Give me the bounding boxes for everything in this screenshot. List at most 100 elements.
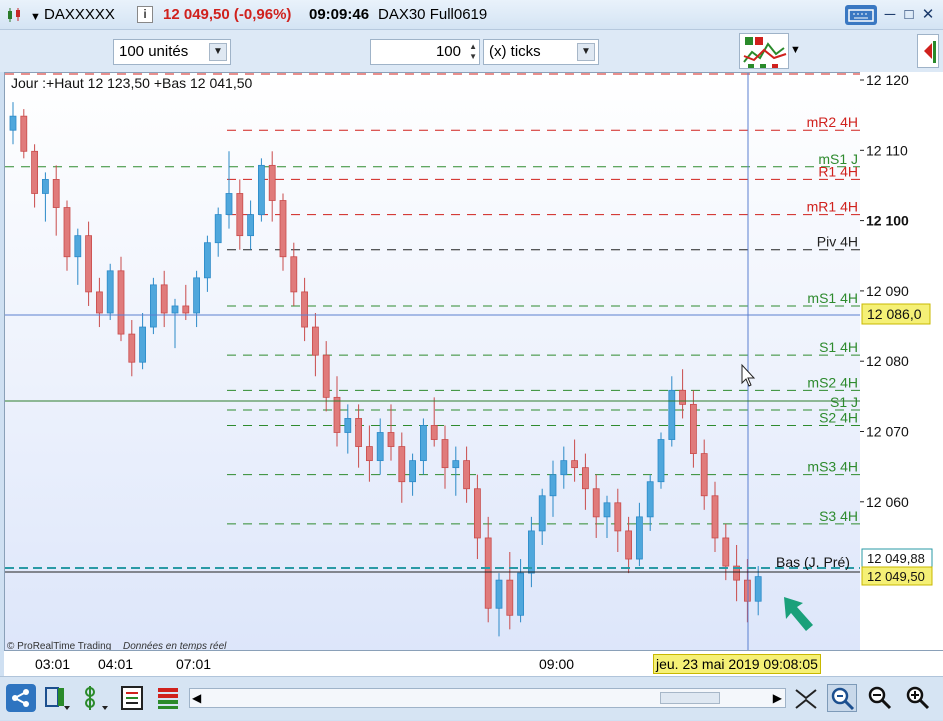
horizontal-scrollbar[interactable]: ◀ ▶ [189, 688, 786, 708]
candle-body-59 [646, 481, 654, 518]
candle-body-47 [517, 572, 524, 616]
scroll-thumb[interactable] [660, 692, 720, 704]
trading-tools-dropdown-icon[interactable]: ▼ [790, 44, 801, 56]
level-label-10: mS3 4H [807, 459, 858, 475]
candle-body-15 [171, 305, 179, 314]
time-axis[interactable]: 03:01 04:01 07:01 09:00 jeu. 23 mai 2019… [4, 650, 943, 676]
units-dropdown-icon[interactable]: ▼ [209, 43, 227, 61]
candlestick-chart[interactable]: mR2 4HmS1 JR1 4HmR1 4HPiv 4HmS1 4HS1 4Hm… [5, 73, 861, 652]
scroll-right-icon[interactable]: ▶ [773, 691, 782, 705]
price-chart[interactable]: mR2 4H mS1 J R1 4H mR1 4H Piv 4H mS1 4H S1 4H m… [4, 72, 861, 652]
symbol-dropdown-arrow-icon[interactable]: ▼ [30, 8, 41, 26]
list-button[interactable] [118, 684, 148, 712]
units-select[interactable]: 100 unités ▼ [113, 39, 231, 65]
candle-body-69 [754, 576, 762, 602]
candle-body-16 [182, 305, 190, 314]
level-label-11: S3 4H [819, 508, 858, 524]
scroll-left-icon[interactable]: ◀ [192, 691, 201, 705]
list-icon [121, 686, 143, 710]
candle-body-23 [257, 164, 265, 215]
ticks-unit-value: (x) ticks [489, 43, 541, 60]
cursor-date-label: jeu. 23 mai 2019 09:08:05 [653, 654, 821, 674]
candle-body-37 [409, 460, 417, 483]
candle-body-60 [657, 439, 665, 483]
keyboard-icon[interactable] [845, 5, 877, 25]
title-bar: ▼ DAXXXXX i 12 049,50 (-0,96%) 09:09:46 … [0, 0, 943, 30]
candle-body-28 [311, 326, 319, 356]
candle-body-64 [700, 453, 708, 497]
orderbook-button[interactable] [154, 684, 184, 712]
candle-body-36 [398, 446, 406, 483]
bid-price-label: 12 049,88 [867, 551, 925, 566]
ticks-input[interactable]: 100 ▲ ▼ [370, 39, 480, 65]
candle-body-61 [668, 389, 676, 440]
price-axis-svg: 12 120 12 110 12 100 12 090 12 080 12 070 12 0… [860, 72, 933, 586]
candle-body-35 [387, 432, 395, 447]
info-icon[interactable]: i [137, 6, 153, 23]
time-tick-0900: 09:00 [539, 656, 575, 672]
candle-body-17 [193, 277, 201, 314]
candle-body-53 [582, 467, 589, 490]
minimize-icon[interactable]: ─ [880, 6, 900, 24]
window-layout-button[interactable] [42, 684, 72, 712]
panel-toggle-icon [924, 41, 936, 63]
chart-info-line: Jour :+Haut 12 123,50 +Bas 12 041,50 [11, 75, 253, 91]
candle-body-63 [690, 403, 697, 454]
level-label-8: S1 J [830, 394, 858, 410]
candle-body-48 [528, 530, 535, 574]
ticks-unit-select[interactable]: (x) ticks ▼ [483, 39, 599, 65]
trading-tools-button[interactable] [739, 33, 789, 69]
candle-body-52 [571, 460, 578, 469]
candle-body-46 [506, 579, 514, 616]
level-label-4: Piv 4H [817, 234, 858, 250]
window-layout-icon [45, 687, 70, 710]
candle-body-20 [225, 193, 233, 215]
candle-body-29 [322, 354, 330, 398]
candle-body-6 [74, 235, 82, 258]
candle-body-26 [290, 256, 298, 293]
panel-toggle-button[interactable] [917, 34, 939, 68]
share-button[interactable] [6, 684, 36, 712]
symbol-name[interactable]: DAXXXXX [44, 6, 115, 24]
candle-body-43 [473, 488, 481, 539]
indicator-button[interactable] [80, 684, 110, 712]
zoom-auto-icon [831, 687, 855, 711]
price-axis[interactable]: 12 120 12 110 12 100 12 090 12 080 12 070 12 0… [860, 72, 943, 650]
candle-body-31 [344, 418, 352, 433]
candle-body-62 [679, 389, 686, 405]
candle-body-65 [711, 495, 719, 539]
ticks-unit-dropdown-icon[interactable]: ▼ [577, 43, 595, 61]
candle-body-38 [419, 425, 427, 462]
time-tick-0701: 07:01 [176, 656, 212, 672]
candle-body-8 [96, 291, 103, 314]
maximize-icon[interactable]: □ [899, 6, 919, 24]
candle-body-14 [160, 284, 168, 314]
candle-body-50 [549, 474, 557, 497]
zoom-out-button[interactable] [865, 684, 895, 712]
ticks-spinner-icon[interactable]: ▲ ▼ [469, 42, 477, 62]
zoom-in-button[interactable] [903, 684, 933, 712]
candle-body-18 [203, 242, 211, 279]
candlestick-app-icon [6, 7, 22, 23]
candle-body-11 [128, 333, 136, 363]
candle-body-42 [463, 460, 471, 490]
price-change: 12 049,50 (-0,96%) [163, 6, 292, 23]
candle-body-39 [430, 425, 438, 440]
fit-view-button[interactable] [792, 684, 822, 712]
time-tick-0301: 03:01 [35, 656, 71, 672]
current-price-label: 12 086,0 [867, 306, 922, 322]
candle-body-44 [484, 537, 492, 609]
clock-time: 09:09:46 [309, 6, 370, 23]
candle-body-66 [722, 537, 730, 567]
zoom-out-icon [868, 686, 892, 710]
candle-body-27 [301, 291, 309, 328]
orderbook-icon [158, 688, 178, 709]
candle-body-13 [149, 284, 157, 328]
zoom-auto-button[interactable] [827, 684, 857, 712]
level-label-0: mR2 4H [807, 114, 858, 130]
close-icon[interactable]: ✕ [918, 6, 938, 24]
candle-body-9 [106, 270, 114, 314]
candle-body-22 [247, 214, 255, 237]
candle-body-0 [9, 115, 17, 131]
candle-body-5 [63, 207, 71, 258]
